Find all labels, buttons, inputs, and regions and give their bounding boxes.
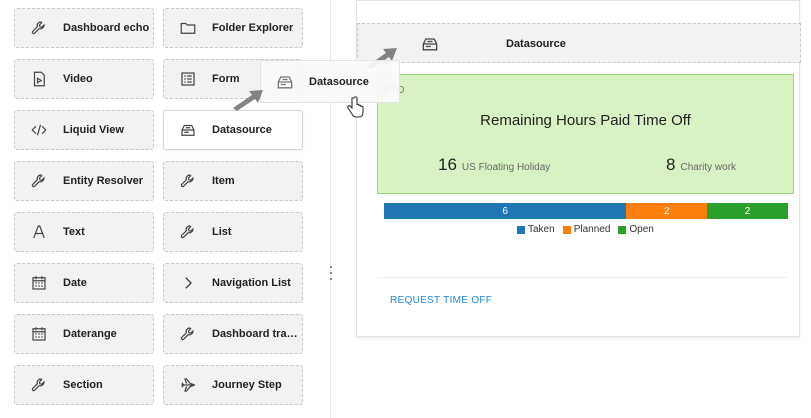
palette-item-text[interactable]: Text <box>14 212 154 252</box>
airplane-icon <box>178 375 198 395</box>
palette-item-label: Section <box>63 379 103 391</box>
wrench-icon <box>178 171 198 191</box>
palette-item-liquid-view[interactable]: Liquid View <box>14 110 154 150</box>
legend-label: Planned <box>573 224 611 235</box>
segment-value: 6 <box>502 205 508 217</box>
datasource-icon <box>178 120 198 140</box>
wrench-icon <box>29 18 49 38</box>
palette-item-label: Datasource <box>212 124 272 136</box>
text-icon <box>29 222 49 242</box>
video-file-icon <box>29 69 49 89</box>
palette-item-daterange[interactable]: Daterange <box>14 314 154 354</box>
wrench-icon <box>29 171 49 191</box>
legend-label: Taken <box>528 224 555 235</box>
wrench-icon <box>178 222 198 242</box>
bar-segment-planned: 2 <box>626 203 708 219</box>
bar-legend: Taken Planned Open <box>517 224 662 235</box>
legend-item-planned: Planned <box>562 224 611 235</box>
palette-item-label: Dashboard transf... <box>212 328 302 340</box>
datasource-header-label: Datasource <box>506 38 566 50</box>
pto-title: Remaining Hours Paid Time Off <box>480 112 691 129</box>
datasource-icon <box>420 34 440 54</box>
card-divider <box>377 277 787 278</box>
segment-value: 2 <box>744 205 751 217</box>
palette-item-label: Text <box>63 226 85 238</box>
bar-segment-taken: 6 <box>384 203 627 219</box>
palette-item-label: Date <box>63 277 87 289</box>
palette-item-video[interactable]: Video <box>14 59 154 99</box>
palette-item-dashboard-echo[interactable]: Dashboard echo <box>14 8 154 48</box>
segment-value: 2 <box>664 205 670 217</box>
palette-item-label: Daterange <box>63 328 117 340</box>
palette-item-navigation-list[interactable]: Navigation List <box>163 263 303 303</box>
wrench-icon <box>29 375 49 395</box>
pto-widget[interactable]: PTO Remaining Hours Paid Time Off 16 US … <box>377 74 794 194</box>
pto-stat-floating-holiday: 16 US Floating Holiday <box>438 155 550 175</box>
palette-item-label: Navigation List <box>212 277 291 289</box>
bar-segment-open: 2 <box>707 203 788 219</box>
palette-item-label: Dashboard echo <box>63 22 150 34</box>
palette-item-list[interactable]: List <box>163 212 303 252</box>
datasource-icon <box>275 72 295 92</box>
palette-item-section[interactable]: Section <box>14 365 154 405</box>
dashboard-canvas: Datasource PTO Remaining Hours Paid Time… <box>356 0 811 418</box>
legend-label: Open <box>629 224 654 235</box>
folder-icon <box>178 18 198 38</box>
drag-arrow-icon <box>233 90 263 111</box>
code-icon <box>29 120 49 140</box>
form-icon <box>178 69 198 89</box>
wrench-icon <box>178 324 198 344</box>
request-time-off-link[interactable]: REQUEST TIME OFF <box>390 295 492 306</box>
hours-stacked-bar: 6 2 2 <box>384 203 788 219</box>
legend-swatch <box>562 225 571 234</box>
palette-item-dashboard-transform[interactable]: Dashboard transf... <box>163 314 303 354</box>
legend-swatch <box>517 225 525 234</box>
stat-value: 16 <box>438 155 457 174</box>
palette-item-label: Form <box>212 73 240 85</box>
legend-item-open: Open <box>618 224 654 235</box>
palette-item-label: Journey Step <box>212 379 282 391</box>
palette-item-datasource[interactable]: Datasource <box>163 110 303 150</box>
resize-handle[interactable] <box>327 266 334 280</box>
calendar-icon <box>29 324 49 344</box>
palette-item-label: Entity Resolver <box>63 175 144 187</box>
palette-item-label: List <box>212 226 232 238</box>
palette-item-label: Video <box>63 73 93 85</box>
palette-item-journey-step[interactable]: Journey Step <box>163 365 303 405</box>
legend-swatch <box>618 225 627 234</box>
stat-label: US Floating Holiday <box>461 162 551 173</box>
chevron-right-icon <box>178 273 198 293</box>
palette-item-label: Liquid View <box>63 124 124 136</box>
calendar-icon <box>29 273 49 293</box>
palette-item-folder-explorer[interactable]: Folder Explorer <box>163 8 303 48</box>
grab-cursor-icon <box>347 96 364 118</box>
pto-stat-charity-work: 8 Charity work <box>666 155 736 175</box>
palette-item-label: Item <box>212 175 235 187</box>
palette-item-date[interactable]: Date <box>14 263 154 303</box>
stat-label: Charity work <box>680 162 737 173</box>
datasource-drop-zone[interactable]: Datasource <box>357 23 801 63</box>
palette-item-item[interactable]: Item <box>163 161 303 201</box>
dragged-datasource-ghost[interactable]: Datasource <box>260 60 400 103</box>
ghost-label: Datasource <box>309 75 369 88</box>
palette-item-label: Folder Explorer <box>212 22 294 34</box>
widget-card: Datasource PTO Remaining Hours Paid Time… <box>356 0 801 337</box>
palette-item-entity-resolver[interactable]: Entity Resolver <box>14 161 154 201</box>
legend-item-taken: Taken <box>517 224 555 235</box>
stat-value: 8 <box>666 155 676 174</box>
